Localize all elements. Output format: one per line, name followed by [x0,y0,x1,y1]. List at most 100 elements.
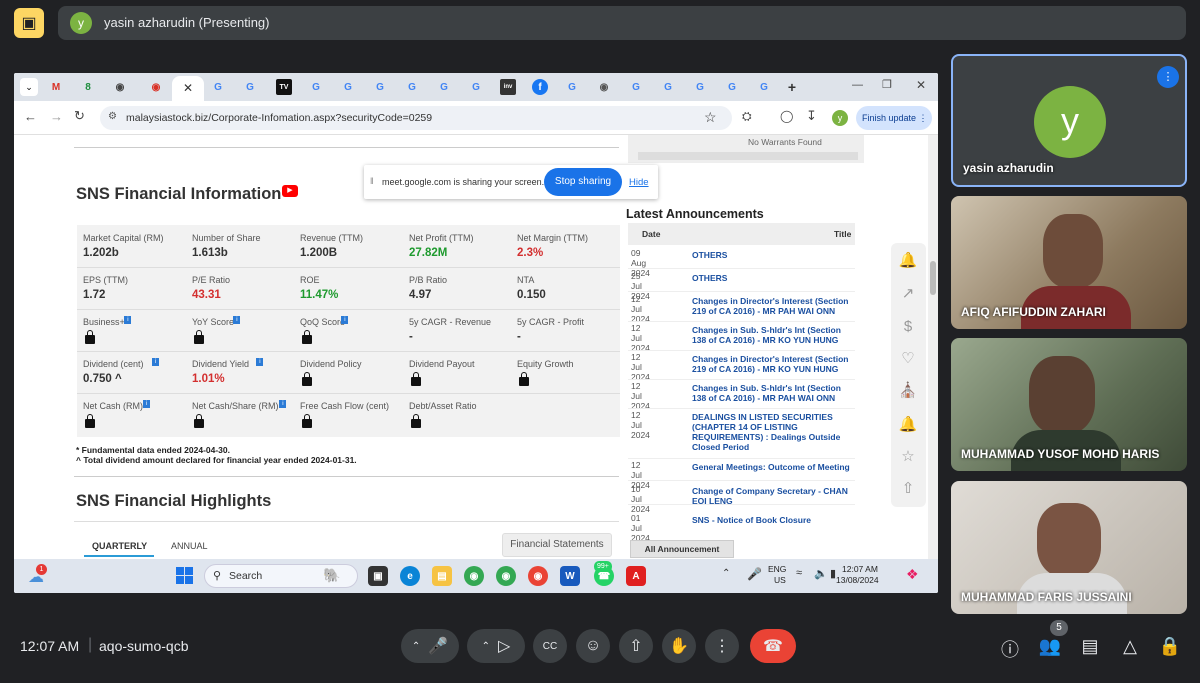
info-icon[interactable]: i [152,358,159,366]
lock-icon[interactable] [411,372,421,386]
announcement-link[interactable]: Changes in Sub. S-hldr's Int (Section 13… [692,325,857,345]
all-announcement-button[interactable]: All Announcement [630,540,734,558]
google-tab-icon[interactable]: G [436,79,452,95]
google-tab-icon[interactable]: G [756,79,772,95]
participant-tile-afiq[interactable]: AFIQ AFIFUDDIN ZAHARI [951,196,1187,329]
address-bar[interactable]: ⚙ malaysiastock.biz/Corporate-Infomation… [100,106,732,130]
raise-hand-button[interactable]: ✋ [662,629,696,663]
google-tab-icon[interactable]: G [468,79,484,95]
tradingview-tab-icon[interactable]: TV [276,79,292,95]
more-options-button[interactable]: ⋮ [705,629,739,663]
google-tab-icon[interactable]: G [210,79,226,95]
finish-update-button[interactable]: Finish update ⋮ [856,106,932,130]
warrants-scrollbar[interactable] [638,152,858,160]
taskbar-search[interactable]: ⚲ Search 🐘 [204,564,358,588]
chrome-icon[interactable]: ◉ [496,566,516,586]
info-icon[interactable]: i [279,400,287,408]
activities-icon[interactable]: △ [1118,636,1142,657]
bell-icon[interactable]: 🔔 [895,247,921,273]
drag-handle-icon[interactable]: ‖ [370,176,374,186]
volume-icon[interactable]: 🔈 [814,567,828,580]
google-tab-icon[interactable]: G [628,79,644,95]
host-controls-icon[interactable]: 🔒 [1158,636,1182,657]
tab-icon[interactable]: 8 [80,79,96,95]
facebook-tab-icon[interactable]: f [532,79,548,95]
forward-icon[interactable]: → [50,109,63,124]
info-icon[interactable]: i [233,316,241,324]
stop-presenting-icon[interactable]: ▣ [14,8,44,38]
stop-sharing-button[interactable]: Stop sharing [544,168,622,196]
lock-icon[interactable] [85,414,95,428]
google-tab-icon[interactable]: G [724,79,740,95]
announcement-link[interactable]: Changes in Director's Interest (Section … [692,354,857,374]
tab-icon[interactable]: inv [500,79,516,95]
pdf-icon[interactable]: A [626,566,646,586]
camera-control[interactable]: ⌃ ▷ [467,629,525,663]
site-info-icon[interactable]: ⚙ [108,111,117,122]
lock-icon[interactable] [194,414,204,428]
youtube-icon[interactable]: ▶ [282,185,298,197]
tab-icon[interactable]: ◉ [596,79,612,95]
chart-icon[interactable]: ↗ [895,280,921,306]
back-icon[interactable]: ← [24,109,37,124]
tab-annual[interactable]: ANNUAL [171,541,208,551]
announcement-link[interactable]: SNS - Notice of Book Closure [692,515,857,525]
download-icon[interactable]: ↧ [806,108,817,124]
minimize-icon[interactable]: — [852,79,863,91]
wifi-icon[interactable]: ≈ [796,567,802,579]
mic-options-chevron-icon[interactable]: ⌃ [412,641,420,652]
captions-button[interactable]: CC [533,629,567,663]
tab-icon[interactable]: ◉ [148,79,164,95]
participant-tile-faris[interactable]: MUHAMMAD FARIS JUSSAINI [951,481,1187,614]
reactions-button[interactable]: ☺ [576,629,610,663]
scroll-up-icon[interactable]: ⇧ [895,475,921,501]
info-icon[interactable]: ⓘ [998,636,1022,662]
mic-control[interactable]: ⌃ 🎤 [401,629,459,663]
google-tab-icon[interactable]: G [340,79,356,95]
present-button[interactable]: ⇧ [619,629,653,663]
lock-icon[interactable] [411,414,421,428]
info-icon[interactable]: i [256,358,264,366]
profile-avatar[interactable]: y [832,110,848,126]
google-tab-icon[interactable]: G [692,79,708,95]
info-icon[interactable]: i [341,316,349,324]
tray-chevron-icon[interactable]: ⌃ [722,568,730,579]
chrome-icon[interactable]: ◉ [528,566,548,586]
scroll-thumb[interactable] [930,261,936,295]
dollar-icon[interactable]: $ [895,313,921,339]
announcement-link[interactable]: Change of Company Secretary - CHAN EOI L… [692,486,857,506]
chat-icon[interactable]: ▤ [1078,636,1102,657]
announcement-link[interactable]: OTHERS [692,250,857,260]
start-icon[interactable] [176,567,193,584]
participant-tile-yusof[interactable]: MUHAMMAD YUSOF MOHD HARIS [951,338,1187,471]
tab-quarterly[interactable]: QUARTERLY [92,541,147,551]
edge-icon[interactable]: e [400,566,420,586]
lock-icon[interactable] [519,372,529,386]
announcement-link[interactable]: Changes in Director's Interest (Section … [692,296,857,316]
tab-search-icon[interactable]: ⌄ [20,78,38,96]
task-view-icon[interactable]: ▣ [368,566,388,586]
mic-icon[interactable]: 🎤 [428,636,448,656]
camera-options-chevron-icon[interactable]: ⌃ [482,641,490,652]
google-tab-icon[interactable]: G [308,79,324,95]
google-tab-icon[interactable]: G [564,79,580,95]
hide-button[interactable]: Hide [629,177,649,188]
window-close-icon[interactable]: ✕ [916,78,926,92]
mic-tray-icon[interactable]: 🎤 [747,567,762,581]
copilot-icon[interactable]: ❖ [906,566,919,583]
restore-icon[interactable]: ❐ [882,78,892,91]
google-tab-icon[interactable]: G [660,79,676,95]
google-tab-icon[interactable]: G [372,79,388,95]
active-tab-close-icon[interactable]: ✕ [172,76,204,101]
bank-icon[interactable]: ⛪ [895,377,921,403]
google-tab-icon[interactable]: G [242,79,258,95]
tab-search-icon[interactable]: ◯ [780,109,793,123]
page-scrollbar[interactable] [928,135,938,559]
language-code[interactable]: ENG [768,564,786,574]
lock-icon[interactable] [85,330,95,344]
word-icon[interactable]: W [560,566,580,586]
chrome-icon[interactable]: ◉ [464,566,484,586]
gmail-tab-icon[interactable]: M [48,79,64,95]
announcement-link[interactable]: Changes in Sub. S-hldr's Int (Section 13… [692,383,857,403]
financial-statements-button[interactable]: Financial Statements [502,533,612,557]
